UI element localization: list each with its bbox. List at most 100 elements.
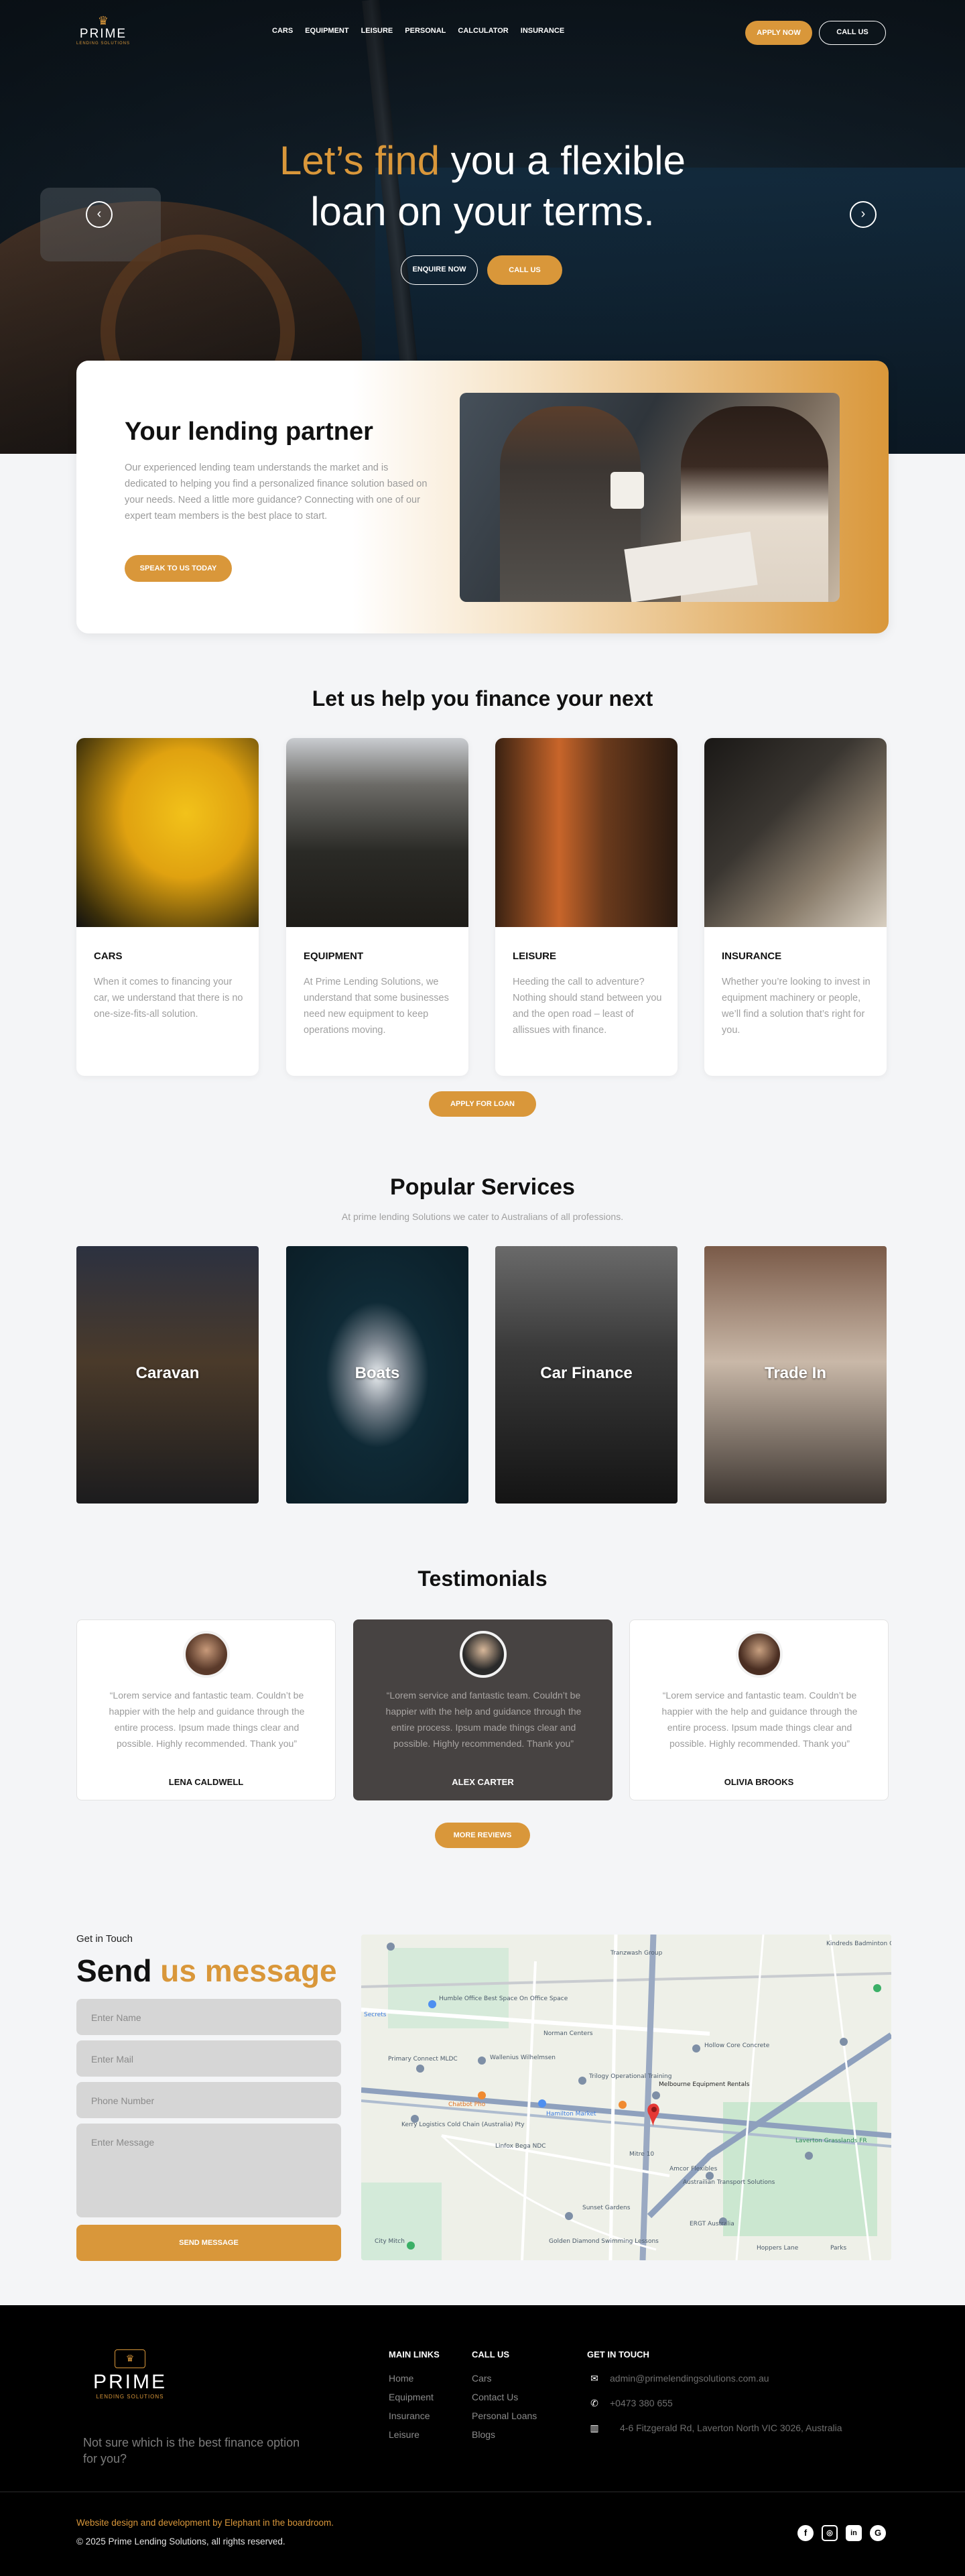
- map-label: City Mitch: [375, 2238, 405, 2245]
- footer-link-cars[interactable]: Cars: [472, 2373, 492, 2384]
- map-label: Primary Connect MLDC: [388, 2056, 458, 2063]
- service-label: Caravan: [135, 1364, 200, 1382]
- footer-call-us-title: CALL US: [472, 2349, 510, 2359]
- footer-link-blogs[interactable]: Blogs: [472, 2429, 495, 2440]
- map-label: Sunset Gardens: [582, 2205, 631, 2211]
- partner-text: Our experienced lending team understands…: [125, 463, 428, 522]
- main-nav: CARS EQUIPMENT LEISURE PERSONAL CALCULAT…: [272, 27, 564, 35]
- hero-next-button[interactable]: ›: [850, 201, 877, 228]
- card-text: At Prime Lending Solutions, we understan…: [304, 977, 449, 1036]
- map-icon: ▥: [590, 2422, 599, 2433]
- photo-mug: [610, 472, 644, 509]
- service-car-finance[interactable]: Car Finance: [495, 1246, 678, 1504]
- apply-now-button[interactable]: APPLY NOW: [745, 21, 812, 45]
- footer-tagline: Not sure which is the best finance optio…: [83, 2436, 300, 2465]
- message-textarea[interactable]: Enter Message: [76, 2124, 341, 2217]
- facebook-icon[interactable]: f: [797, 2525, 814, 2541]
- map-label: Trilogy Operational Training: [588, 2073, 671, 2080]
- contact-title-part2: us message: [151, 1953, 337, 1988]
- logo-tagline: LENDING SOLUTIONS: [76, 42, 131, 46]
- map-label: Hollow Core Concrete: [704, 2042, 770, 2049]
- testimonials-title: Testimonials: [417, 1567, 548, 1591]
- footer-link-equipment[interactable]: Equipment: [389, 2392, 434, 2402]
- map-label: Melbourne Equipment Rentals: [659, 2081, 750, 2088]
- footer-logo[interactable]: ♛ PRIME LENDING SOLUTIONS: [90, 2349, 170, 2400]
- service-boats[interactable]: Boats: [286, 1246, 468, 1504]
- nav-item-leisure[interactable]: LEISURE: [361, 27, 393, 35]
- testimonial-card: “Lorem service and fantastic team. Could…: [629, 1619, 889, 1800]
- footer-link-contact-us[interactable]: Contact Us: [472, 2392, 518, 2402]
- footer-email[interactable]: admin@primelendingsolutions.com.au: [610, 2373, 769, 2384]
- hero-prev-button[interactable]: ‹: [86, 201, 113, 228]
- send-message-button[interactable]: SEND MESSAGE: [76, 2225, 341, 2261]
- linkedin-icon[interactable]: in: [846, 2525, 862, 2541]
- email-icon: ✉: [590, 2373, 598, 2384]
- testimonial-quote: “Lorem service and fantastic team. Could…: [661, 1690, 858, 1749]
- instagram-icon[interactable]: ◎: [822, 2525, 838, 2541]
- partner-photo: [460, 393, 840, 602]
- site-logo[interactable]: ♛ PRIME LENDING SOLUTIONS: [76, 15, 130, 46]
- avatar: [736, 1631, 783, 1678]
- finance-card-equipment[interactable]: EQUIPMENT At Prime Lending Solutions, we…: [286, 738, 468, 1076]
- card-title: INSURANCE: [722, 950, 782, 962]
- equipment-image: [286, 738, 468, 927]
- apply-for-loan-button[interactable]: APPLY FOR LOAN: [429, 1091, 536, 1117]
- email-input[interactable]: Enter Mail: [76, 2040, 341, 2077]
- google-icon[interactable]: G: [870, 2525, 886, 2541]
- card-text: Whether you’re looking to invest in equi…: [722, 977, 871, 1036]
- service-caravan[interactable]: Caravan: [76, 1246, 259, 1504]
- nav-item-calculator[interactable]: CALCULATOR: [458, 27, 508, 35]
- map-label: Wallenius Wilhelmsen: [490, 2054, 556, 2061]
- insurance-image: [704, 738, 887, 927]
- nav-item-cars[interactable]: CARS: [272, 27, 293, 35]
- card-text: When it comes to financing your car, we …: [94, 977, 243, 1020]
- contact-eyebrow: Get in Touch: [76, 1933, 133, 1945]
- nav-item-equipment[interactable]: EQUIPMENT: [305, 27, 348, 35]
- call-us-hero-button[interactable]: CALL US: [487, 255, 562, 285]
- more-reviews-button[interactable]: MORE REVIEWS: [435, 1823, 530, 1848]
- cars-image: [76, 738, 259, 927]
- footer-link-insurance[interactable]: Insurance: [389, 2410, 430, 2421]
- testimonial-card: “Lorem service and fantastic team. Could…: [76, 1619, 336, 1800]
- footer-phone[interactable]: +0473 380 655: [610, 2398, 673, 2408]
- finance-card-cars[interactable]: CARS When it comes to financing your car…: [76, 738, 259, 1076]
- crown-icon: ♛: [97, 14, 109, 27]
- card-title: CARS: [94, 950, 123, 962]
- footer-credit[interactable]: Website design and development by Elepha…: [76, 2518, 334, 2528]
- hero-title-line2: loan on your terms.: [310, 189, 655, 234]
- footer-copyright: © 2025 Prime Lending Solutions, all righ…: [76, 2536, 285, 2547]
- map-label: Secrets: [364, 2012, 387, 2018]
- footer-address: 4-6 Fitzgerald Rd, Laverton North VIC 30…: [620, 2422, 842, 2433]
- map-label: Kindreds Badminton Centre: [826, 1941, 891, 1947]
- testimonial-name: ALEX CARTER: [452, 1777, 514, 1787]
- finance-card-insurance[interactable]: INSURANCE Whether you’re looking to inve…: [704, 738, 887, 1076]
- map-label: Linfox Bega NDC: [495, 2143, 546, 2150]
- service-trade-in[interactable]: Trade In: [704, 1246, 887, 1504]
- name-input[interactable]: Enter Name: [76, 1999, 341, 2035]
- leisure-image: [495, 738, 678, 927]
- enquire-now-button[interactable]: ENQUIRE NOW: [401, 255, 478, 285]
- nav-item-insurance[interactable]: INSURANCE: [521, 27, 564, 35]
- avatar: [460, 1631, 507, 1678]
- speak-to-us-button[interactable]: SPEAK TO US TODAY: [125, 555, 232, 582]
- hero-title-rest: you a flexible: [440, 138, 686, 183]
- footer-link-home[interactable]: Home: [389, 2373, 413, 2384]
- logo-name: PRIME: [79, 27, 127, 41]
- nav-item-personal[interactable]: PERSONAL: [405, 27, 446, 35]
- finance-card-leisure[interactable]: LEISURE Heeding the call to adventure? N…: [495, 738, 678, 1076]
- avatar: [183, 1631, 230, 1678]
- contact-title-part1: Send: [76, 1953, 152, 1988]
- card-title: EQUIPMENT: [304, 950, 364, 962]
- call-us-header-button[interactable]: CALL US: [819, 21, 886, 45]
- location-map[interactable]: Tranzwash Group Kindreds Badminton Centr…: [361, 1935, 891, 2260]
- map-label: Tranzwash Group: [610, 1950, 663, 1957]
- phone-input[interactable]: Phone Number: [76, 2082, 341, 2118]
- footer-link-personal-loans[interactable]: Personal Loans: [472, 2410, 537, 2421]
- footer-logo-tagline: LENDING SOLUTIONS: [96, 2394, 164, 2400]
- lending-partner-card: Your lending partner Our experienced len…: [76, 361, 889, 633]
- footer-link-leisure[interactable]: Leisure: [389, 2429, 420, 2440]
- map-label: Hoppers Lane: [757, 2245, 799, 2252]
- hero-title-highlight: Let’s find: [279, 138, 440, 183]
- testimonial-name: LENA CALDWELL: [168, 1777, 244, 1787]
- chevron-right-icon: ›: [860, 206, 866, 221]
